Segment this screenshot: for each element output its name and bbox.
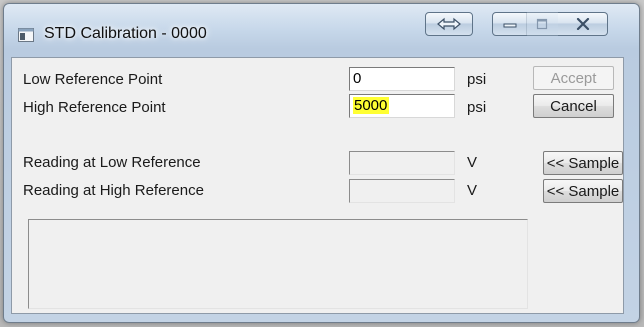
window-app-icon bbox=[18, 28, 34, 42]
swap-icon bbox=[437, 17, 461, 31]
high-reading-unit: V bbox=[467, 182, 478, 199]
low-reference-unit: psi bbox=[467, 71, 487, 88]
low-reference-input[interactable]: 0 bbox=[349, 67, 455, 91]
low-reference-label: Low Reference Point bbox=[23, 71, 163, 88]
calibration-window: STD Calibration - 0000 Low Reference Poi… bbox=[3, 3, 640, 323]
high-reference-unit: psi bbox=[467, 99, 487, 116]
low-reading-unit: V bbox=[467, 154, 478, 171]
sample-low-button[interactable]: << Sample bbox=[543, 151, 623, 175]
minimize-button[interactable] bbox=[492, 12, 527, 36]
swap-button[interactable] bbox=[425, 12, 473, 36]
message-area bbox=[28, 219, 528, 309]
high-reference-label: High Reference Point bbox=[23, 99, 166, 116]
high-reading-label: Reading at High Reference bbox=[23, 182, 204, 199]
maximize-button[interactable] bbox=[526, 12, 559, 36]
high-reading-value bbox=[349, 179, 455, 203]
title-bar[interactable]: STD Calibration - 0000 bbox=[4, 4, 639, 50]
maximize-icon bbox=[536, 18, 548, 30]
window-title: STD Calibration - 0000 bbox=[44, 25, 207, 42]
cancel-button[interactable]: Cancel bbox=[533, 94, 614, 118]
close-button[interactable] bbox=[558, 12, 608, 36]
dialog-client-area: Low Reference Point 0 psi Accept High Re… bbox=[11, 57, 624, 314]
sample-high-button[interactable]: << Sample bbox=[543, 179, 623, 203]
low-reading-value bbox=[349, 151, 455, 175]
low-reading-label: Reading at Low Reference bbox=[23, 154, 201, 171]
minimize-icon bbox=[503, 23, 516, 28]
selected-text-highlight: 5000 bbox=[353, 97, 390, 114]
accept-button[interactable]: Accept bbox=[533, 66, 614, 90]
high-reference-input[interactable]: 5000 bbox=[349, 94, 455, 118]
close-icon bbox=[576, 18, 589, 30]
